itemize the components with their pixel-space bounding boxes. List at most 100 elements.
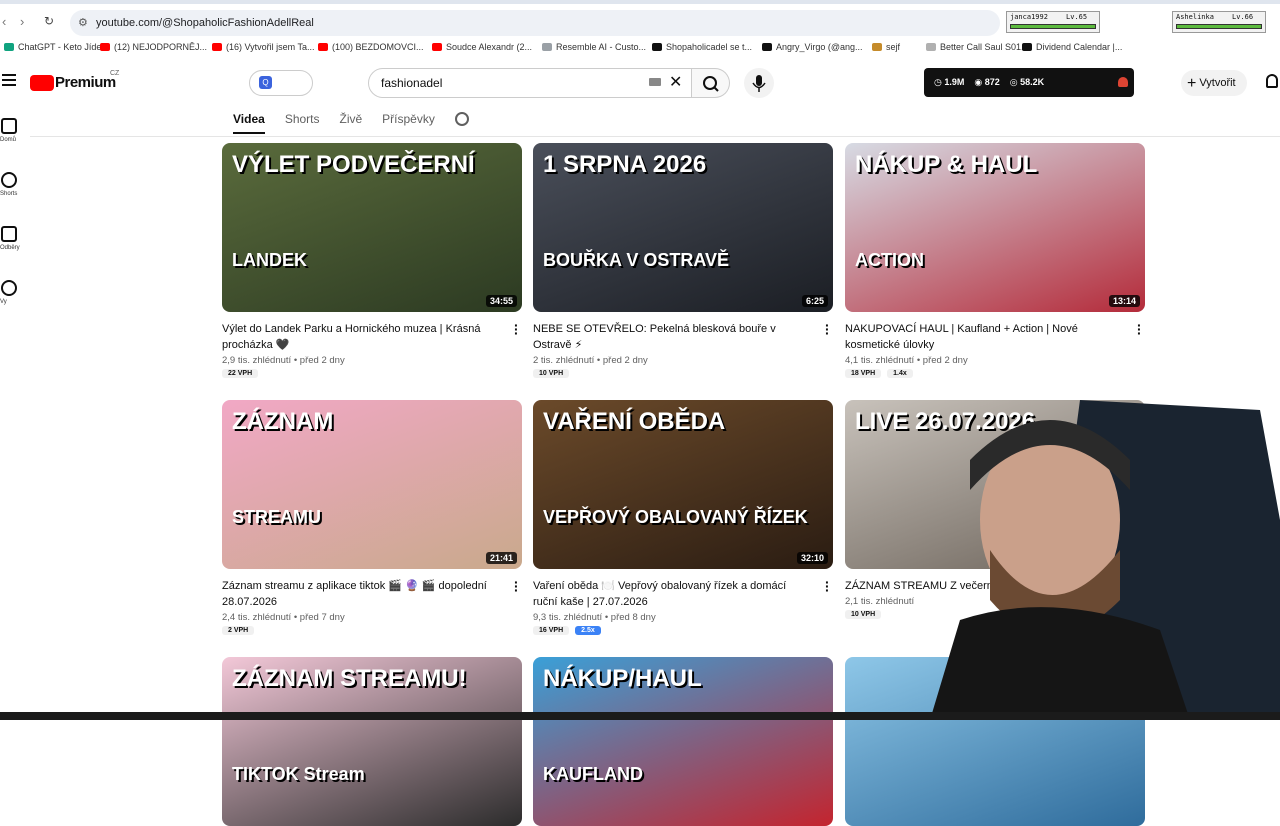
vph-tags: 18 VPH 1.4x	[845, 369, 1121, 378]
tab-videos[interactable]: Videa	[233, 106, 265, 134]
bookmark-label: Better Call Saul S01...	[940, 42, 1029, 52]
address-bar[interactable]: ⚙ youtube.com/@ShopaholicFashionAdellRea…	[70, 10, 1000, 36]
video-thumbnail[interactable]: NÁKUP & HAUL ACTION 13:14	[845, 143, 1145, 312]
bookmark-item[interactable]: Shopaholicadel se t...	[652, 42, 752, 52]
vph-badge: 10 VPH	[845, 610, 882, 619]
video-title[interactable]: NAKUPOVACÍ HAUL | Kaufland + Action | No…	[845, 321, 1121, 353]
voice-search-button[interactable]	[744, 68, 774, 98]
video-thumbnail[interactable]: VÝLET PODVEČERNÍ LANDEK 34:55	[222, 143, 522, 312]
video-title[interactable]: Výlet do Landek Parku a Hornického muzea…	[222, 321, 498, 353]
view-count: 4,1 tis. zhlédnutí	[845, 355, 915, 366]
vph-tags: 10 VPH	[533, 369, 809, 378]
search-button[interactable]	[692, 68, 730, 98]
video-meta: Záznam streamu z aplikace tiktok 🎬 🔮 🎬 d…	[222, 569, 522, 635]
video-meta: Vaření oběda 🍽️ Vepřový obalovaný řízek …	[533, 569, 833, 635]
extension-toggle[interactable]: Q	[249, 70, 313, 96]
tab-shorts[interactable]: Shorts	[285, 106, 320, 134]
video-card[interactable]: ZÁZNAM STREAMU! TIKTOK Stream	[222, 657, 522, 826]
clear-search-icon[interactable]: ✕	[669, 69, 682, 97]
create-button[interactable]: + Vytvořit	[1181, 70, 1247, 96]
guide-menu-icon[interactable]	[2, 74, 16, 86]
vph-badge: 2.5x	[575, 626, 601, 635]
bookmark-favicon-icon	[212, 43, 222, 51]
notifications-bell-icon[interactable]	[1266, 74, 1278, 88]
thumbnail-subtext: KAUFLAND	[543, 764, 643, 784]
forward-icon[interactable]: ›	[20, 14, 24, 29]
video-card[interactable]: ZÁZNAM STREAMU 21:41 Záznam streamu z aplik…	[222, 400, 522, 635]
bookmark-item[interactable]: (100) BEZDOMOVCI...	[318, 42, 424, 52]
guide-item-home[interactable]: Domů	[0, 118, 20, 143]
video-card[interactable]: NÁKUP/HAUL KAUFLAND	[533, 657, 833, 826]
bookmark-label: Soudce Alexandr (2...	[446, 42, 533, 52]
video-meta: NAKUPOVACÍ HAUL | Kaufland + Action | No…	[845, 312, 1145, 378]
video-thumbnail[interactable]: VAŘENÍ OBĚDA VEPŘOVÝ OBALOVANÝ ŘÍZEK 32:10	[533, 400, 833, 569]
stat-clock: ◷ 1.9M	[934, 77, 965, 87]
channel-search-icon[interactable]	[454, 112, 469, 126]
more-actions-icon[interactable]: ···	[825, 575, 830, 597]
more-actions-icon[interactable]: ···	[825, 318, 830, 340]
search-input[interactable]: fashionadel ✕	[368, 68, 692, 98]
bookmark-item[interactable]: ChatGPT - Keto Jíde...	[4, 42, 109, 52]
more-actions-icon[interactable]: ···	[514, 318, 519, 340]
upload-age: před 2 dny	[922, 355, 968, 366]
shorts-icon	[1, 172, 17, 188]
bookmark-label: Dividend Calendar |...	[1036, 42, 1123, 52]
bookmark-item[interactable]: Soudce Alexandr (2...	[432, 42, 532, 52]
video-title[interactable]: Vaření oběda 🍽️ Vepřový obalovaný řízek …	[533, 578, 809, 610]
upload-age: před 8 dny	[610, 612, 656, 623]
site-settings-icon[interactable]: ⚙	[78, 10, 88, 36]
bookmark-item[interactable]: Angry_Virgo (@ang...	[762, 42, 863, 52]
bookmarks-bar: ChatGPT - Keto Jíde... (12) NEJODPORNĚJ..…	[0, 40, 1280, 58]
back-icon[interactable]: ‹	[2, 14, 6, 29]
separator: •	[602, 612, 611, 623]
video-stats: 4,1 tis. zhlédnutí • před 2 dny	[845, 355, 1121, 366]
bookmark-favicon-icon	[432, 43, 442, 51]
keyboard-icon[interactable]	[649, 78, 661, 86]
reload-icon[interactable]: ↻	[44, 14, 54, 28]
separator: •	[914, 355, 923, 366]
bookmark-item[interactable]: Dividend Calendar |...	[1022, 42, 1122, 52]
more-actions-icon[interactable]: ···	[514, 575, 519, 597]
bookmark-favicon-icon	[542, 43, 552, 51]
video-card[interactable]: 1 SRPNA 2026 BOUŘKA V OSTRAVĚ 6:25 NEBE SE …	[533, 143, 833, 378]
subscriptions-icon	[1, 226, 17, 242]
video-stats: 2,4 tis. zhlédnutí • před 7 dny	[222, 612, 498, 623]
video-stats: 2 tis. zhlédnutí • před 2 dny	[533, 355, 809, 366]
game-player-badge: janca1992 Lv.65	[1006, 11, 1100, 33]
guide-item-subscriptions[interactable]: Odběry	[0, 226, 20, 251]
bookmark-item[interactable]: sejf	[872, 42, 900, 52]
bookmark-item[interactable]: (12) NEJODPORNĚJ...	[100, 42, 207, 52]
stat-views: ◎ 58.2K	[1009, 77, 1045, 87]
video-title[interactable]: Záznam streamu z aplikace tiktok 🎬 🔮 🎬 d…	[222, 578, 498, 610]
account-icon	[1, 280, 17, 296]
bookmark-label: Shopaholicadel se t...	[666, 42, 753, 52]
video-thumbnail[interactable]: ZÁZNAM STREAMU! TIKTOK Stream	[222, 657, 522, 826]
bookmark-item[interactable]: Resemble AI - Custo...	[542, 42, 646, 52]
video-thumbnail[interactable]: 1 SRPNA 2026 BOUŘKA V OSTRAVĚ 6:25	[533, 143, 833, 312]
bookmark-label: sejf	[886, 42, 901, 52]
guide-item-you[interactable]: Vy	[0, 280, 20, 305]
vph-badge: 1.4x	[887, 369, 913, 378]
bookmark-item[interactable]: (16) Vytvořil jsem Ta...	[212, 42, 315, 52]
thumbnail-subtext: VEPŘOVÝ OBALOVANÝ ŘÍZEK	[543, 507, 808, 527]
tab-posts[interactable]: Příspěvky	[382, 106, 435, 134]
thumbnail-headline: 1 SRPNA 2026	[543, 151, 707, 178]
video-card[interactable]: VÝLET PODVEČERNÍ LANDEK 34:55 Výlet do Land…	[222, 143, 522, 378]
video-thumbnail[interactable]: NÁKUP/HAUL KAUFLAND	[533, 657, 833, 826]
video-card[interactable]: NÁKUP & HAUL ACTION 13:14 NAKUPOVACÍ HAUL |…	[845, 143, 1145, 378]
video-card[interactable]: VAŘENÍ OBĚDA VEPŘOVÝ OBALOVANÝ ŘÍZEK 32:10…	[533, 400, 833, 635]
duration-badge: 13:14	[1108, 295, 1140, 307]
more-actions-icon[interactable]: ···	[1137, 318, 1142, 340]
video-title[interactable]: NEBE SE OTEVŘELO: Pekelná blesková bouře…	[533, 321, 809, 353]
view-count: 2 tis. zhlédnutí	[533, 355, 595, 366]
guide-item-shorts[interactable]: Shorts	[0, 172, 20, 197]
bookmark-item[interactable]: Better Call Saul S01...	[926, 42, 1029, 52]
upload-age: před 7 dny	[299, 612, 345, 623]
youtube-play-icon	[30, 74, 54, 91]
youtube-premium-logo[interactable]: Premium CZ	[30, 70, 119, 91]
video-thumbnail[interactable]: ZÁZNAM STREAMU 21:41	[222, 400, 522, 569]
bookmark-favicon-icon	[318, 43, 328, 51]
tab-live[interactable]: Živě	[340, 106, 363, 134]
thumbnail-subtext: BOUŘKA V OSTRAVĚ	[543, 250, 730, 270]
channel-tabs: Videa Shorts Živě Příspěvky	[233, 106, 469, 136]
